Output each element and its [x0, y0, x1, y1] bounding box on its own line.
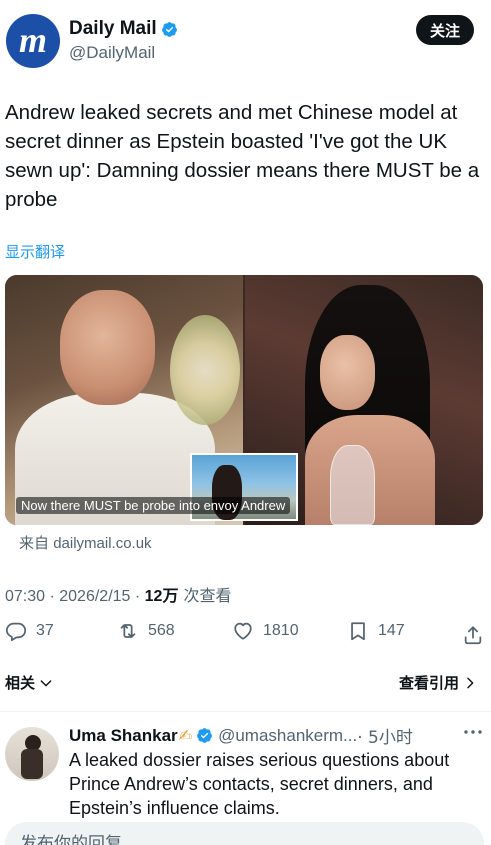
- writing-hand-emoji: ✍: [178, 726, 193, 745]
- reply-icon: [5, 622, 27, 642]
- reply-tweet[interactable]: Uma Shankar ✍ @umashankerm... · 5小时 A le…: [0, 712, 491, 818]
- action-bar: 37 568 1810 147: [0, 620, 491, 650]
- show-translation-link[interactable]: 显示翻译: [5, 241, 65, 262]
- reply-text: A leaked dossier raises serious question…: [69, 750, 450, 818]
- photo-figure-head: [60, 290, 155, 405]
- reply-count: 37: [36, 622, 54, 639]
- view-quotes-link[interactable]: 查看引用: [399, 672, 478, 693]
- follow-button[interactable]: 关注: [416, 15, 474, 45]
- author-display-name[interactable]: Daily Mail: [69, 18, 157, 40]
- source-prefix: 来自: [19, 534, 50, 552]
- related-dropdown[interactable]: 相关: [5, 672, 54, 693]
- share-icon[interactable]: [462, 624, 484, 646]
- bookmark-icon: [351, 622, 365, 641]
- views-label: 次查看: [178, 586, 232, 605]
- reply-header: Uma Shankar ✍ @umashankerm... · 5小时: [69, 723, 413, 749]
- reply-avatar-body: [21, 749, 43, 779]
- chevron-down-icon: [40, 679, 52, 686]
- retweet-icon: [120, 624, 136, 638]
- author-handle[interactable]: @DailyMail: [69, 43, 155, 63]
- reply-button[interactable]: 37: [5, 620, 54, 642]
- related-row: 相关 查看引用: [0, 672, 491, 696]
- author-name-row: Daily Mail: [69, 18, 178, 40]
- reply-input[interactable]: [20, 830, 460, 845]
- photo-wine-glass: [330, 445, 375, 525]
- tweet-text: Andrew leaked secrets and met Chinese mo…: [5, 101, 480, 211]
- reply-author-name[interactable]: Uma Shankar: [69, 726, 178, 746]
- photo-figure-face: [320, 335, 375, 410]
- tweet-media-image[interactable]: Now there MUST be probe into envoy Andre…: [5, 275, 483, 525]
- author-avatar[interactable]: m: [6, 14, 60, 68]
- reply-avatar[interactable]: [5, 727, 59, 781]
- tweet-timestamp[interactable]: 07:30 · 2026/2/15 ·: [5, 588, 145, 605]
- reply-compose-bar[interactable]: [5, 822, 484, 845]
- avatar-logo-letter: m: [18, 20, 47, 60]
- tweet-meta: 07:30 · 2026/2/15 · 12万 次查看: [5, 582, 232, 606]
- related-label: 相关: [5, 674, 36, 692]
- reply-time[interactable]: · 5小时: [357, 723, 413, 748]
- views-count: 12万: [144, 588, 179, 605]
- reply-author-handle[interactable]: @umashankerm...: [218, 726, 357, 746]
- more-options-icon[interactable]: [462, 725, 484, 739]
- heart-icon: [234, 622, 252, 640]
- tweet-header: m Daily Mail @DailyMail 关注: [0, 0, 491, 80]
- bookmark-count: 147: [378, 622, 405, 639]
- retweet-count: 568: [148, 622, 175, 639]
- verified-badge-icon: [197, 728, 213, 743]
- source-domain: dailymail.co.uk: [53, 535, 152, 552]
- verified-badge-icon: [161, 21, 177, 37]
- view-quotes-label: 查看引用: [399, 674, 460, 692]
- photo-flowers: [170, 315, 240, 425]
- like-button[interactable]: 1810: [232, 620, 299, 642]
- chevron-right-icon: [467, 677, 474, 688]
- retweet-button[interactable]: 568: [117, 620, 175, 642]
- bookmark-button[interactable]: 147: [347, 620, 405, 642]
- media-caption: Now there MUST be probe into envoy Andre…: [16, 497, 291, 514]
- link-source[interactable]: 来自 dailymail.co.uk: [19, 532, 152, 553]
- like-count: 1810: [263, 622, 299, 639]
